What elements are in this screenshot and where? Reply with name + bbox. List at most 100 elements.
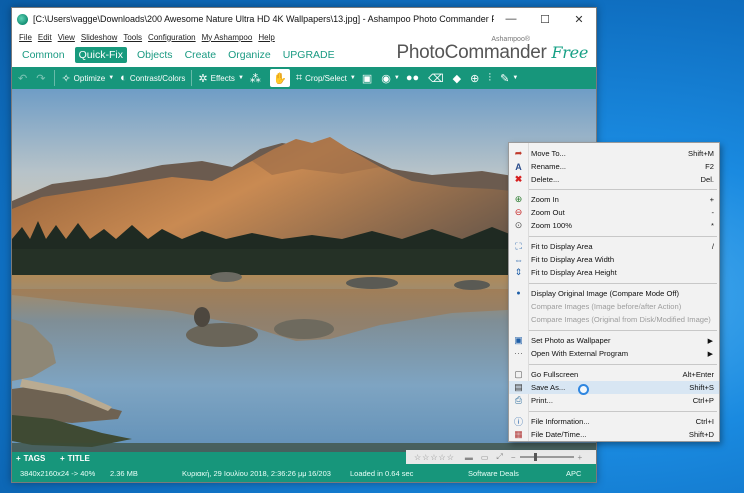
menu-item-label: Zoom 100% — [531, 221, 572, 230]
menu-item-zoom-100[interactable]: ⊙ Zoom 100% * — [509, 219, 719, 232]
menu-item-label: File Date/Time... — [531, 430, 587, 439]
tab-organize[interactable]: Organize — [226, 47, 273, 63]
toolbar-divider — [54, 70, 56, 86]
menu-item-display-original[interactable]: ● Display Original Image (Compare Mode O… — [509, 287, 719, 300]
menu-item-label: Zoom In — [531, 195, 559, 204]
menu-item-open-external[interactable]: ⋯ Open With External Program ▶ — [509, 347, 719, 360]
maximize-button[interactable]: ☐ — [528, 8, 562, 30]
tab-objects[interactable]: Objects — [135, 47, 175, 63]
plus-icon: + — [60, 454, 65, 463]
redo-icon: ↷ — [36, 72, 46, 85]
submenu-arrow-icon: ▶ — [707, 337, 713, 345]
menu-item-shortcut: Shift+S — [689, 383, 714, 392]
layers-icon[interactable]: ▭ — [481, 453, 489, 462]
external-icon: ⋯ — [514, 348, 523, 358]
brand-main: PhotoCommander Free — [396, 42, 589, 64]
menu-item-zoom-in[interactable]: ⊕ Zoom In + — [509, 193, 719, 206]
zoom-slider[interactable] — [519, 453, 574, 461]
menu-item-label: Rename... — [531, 162, 567, 171]
window-title: [C:\Users\vagge\Downloads\200 Awesome Na… — [33, 14, 494, 24]
hand-icon: ✋ — [273, 72, 287, 85]
software-deals-link[interactable]: Software Deals — [468, 469, 519, 478]
menu-item-fit[interactable]: ⛶ Fit to Display Area / — [509, 240, 719, 253]
brush-button[interactable]: ✎ ▼ — [500, 72, 518, 85]
menu-help[interactable]: Help — [258, 33, 274, 42]
menu-item-label: Save As... — [531, 383, 566, 392]
tab-common[interactable]: Common — [20, 47, 67, 63]
zoom-in-small-icon[interactable]: + — [578, 453, 583, 462]
crop-button[interactable]: ⌗ Crop/Select ▼ — [296, 72, 356, 85]
brush-icon: ✎ — [500, 72, 510, 85]
undo-button[interactable]: ↶ — [18, 72, 30, 85]
fill-button[interactable]: ◆ — [453, 72, 464, 85]
zoom-slider-thumb[interactable] — [533, 453, 537, 461]
menu-item-delete[interactable]: ✖ Delete... Del. — [509, 173, 719, 186]
contrast-button[interactable]: ◐ Contrast/Colors — [120, 72, 185, 84]
tab-upgrade[interactable]: UPGRADE — [281, 47, 337, 63]
menu-item-file-datetime[interactable]: ▦ File Date/Time... Shift+D — [509, 428, 719, 441]
expand-icon[interactable]: ⤢ — [496, 452, 502, 462]
menu-item-rename[interactable]: A Rename... F2 — [509, 160, 719, 173]
menu-item-label: Fit to Display Area Width — [531, 255, 615, 264]
menu-item-fit-height[interactable]: ⇕ Fit to Display Area Height — [509, 266, 719, 279]
target-button[interactable]: ⊕ — [470, 72, 482, 85]
menu-item-shortcut: * — [711, 221, 714, 230]
auto-fix-button[interactable]: ⁂ — [250, 72, 264, 85]
app-icon — [17, 13, 28, 25]
menu-item-save-as[interactable]: ▤ Save As... Shift+S — [509, 381, 719, 394]
menu-item-move-to[interactable]: ➦ Move To... Shift+M — [509, 147, 719, 160]
minimize-button[interactable]: — — [494, 8, 528, 30]
menu-item-compare-before-after: Compare Images (Image before/after Actio… — [509, 300, 719, 313]
paint-bucket-icon: ◆ — [452, 72, 462, 85]
dots-button[interactable]: ●● — [406, 72, 422, 84]
effects-button[interactable]: ✲ Effects ▼ — [198, 72, 243, 85]
menu-edit[interactable]: Edit — [38, 33, 52, 42]
status-apc: APC — [566, 469, 582, 478]
tab-create[interactable]: Create — [183, 47, 219, 63]
context-menu: ➦ Move To... Shift+M A Rename... F2 ✖ De… — [508, 142, 720, 442]
menu-item-fullscreen[interactable]: ▢ Go Fullscreen Alt+Enter — [509, 368, 719, 381]
menu-item-shortcut: + — [709, 195, 714, 204]
title-button[interactable]: + TITLE — [60, 453, 90, 464]
menu-item-print[interactable]: ⎙ Print... Ctrl+P — [509, 394, 719, 407]
crop-label: Crop/Select — [305, 73, 347, 83]
eye-button[interactable]: ◉ ▼ — [381, 72, 400, 85]
zoom-out-icon: ⊖ — [514, 207, 523, 217]
menu-item-compare-original: Compare Images (Original from Disk/Modif… — [509, 313, 719, 326]
eraser-button[interactable]: ⌫ — [428, 72, 447, 85]
menu-configuration[interactable]: Configuration — [148, 33, 196, 42]
menu-item-label: Compare Images (Original from Disk/Modif… — [531, 315, 711, 324]
tags-button[interactable]: + TAGS — [16, 453, 45, 464]
menu-view[interactable]: View — [58, 33, 75, 42]
menu-item-file-information[interactable]: ⓘ File Information... Ctrl+I — [509, 415, 719, 428]
close-button[interactable]: ✕ — [562, 8, 596, 30]
menu-tools[interactable]: Tools — [123, 33, 142, 42]
menu-item-zoom-out[interactable]: ⊖ Zoom Out - — [509, 206, 719, 219]
histogram-icon[interactable]: ▬ — [465, 453, 473, 462]
menu-item-set-wallpaper[interactable]: ▣ Set Photo as Wallpaper ▶ — [509, 334, 719, 347]
menu-item-shortcut: F2 — [705, 162, 714, 171]
contrast-label: Contrast/Colors — [129, 73, 186, 83]
brand-name: PhotoCommander — [396, 42, 547, 63]
radio-icon: ● — [516, 290, 521, 297]
menu-separator — [529, 283, 717, 284]
move-icon: ➦ — [514, 148, 523, 158]
fit-width-icon: ⇔ — [514, 254, 523, 265]
menu-my-ashampoo[interactable]: My Ashampoo — [202, 33, 253, 42]
menu-item-fit-width[interactable]: ⇔ Fit to Display Area Width — [509, 253, 719, 266]
sparkle-icon: ⁂ — [249, 72, 261, 85]
levels-button[interactable]: ⫶ — [488, 72, 494, 85]
menu-slideshow[interactable]: Slideshow — [81, 33, 117, 42]
star-rating[interactable]: ☆☆☆☆☆ — [414, 453, 455, 462]
optimize-button[interactable]: ✧ Optimize ▼ — [61, 72, 114, 85]
redo-button[interactable]: ↷ — [36, 72, 48, 85]
toolbar: ↶ ↷ ✧ Optimize ▼ ◐ Contrast/Colors ✲ Eff… — [12, 67, 596, 89]
zoom-out-small-icon[interactable]: − — [511, 453, 516, 462]
status-index: 16/203 — [308, 469, 331, 478]
effects-label: Effects — [210, 73, 235, 83]
menu-item-label: Print... — [531, 396, 553, 405]
menu-file[interactable]: File — [19, 33, 32, 42]
pan-tool-button[interactable]: ✋ — [269, 69, 290, 87]
image-button[interactable]: ▣ — [362, 72, 375, 85]
tab-quick-fix[interactable]: Quick-Fix — [74, 47, 127, 63]
